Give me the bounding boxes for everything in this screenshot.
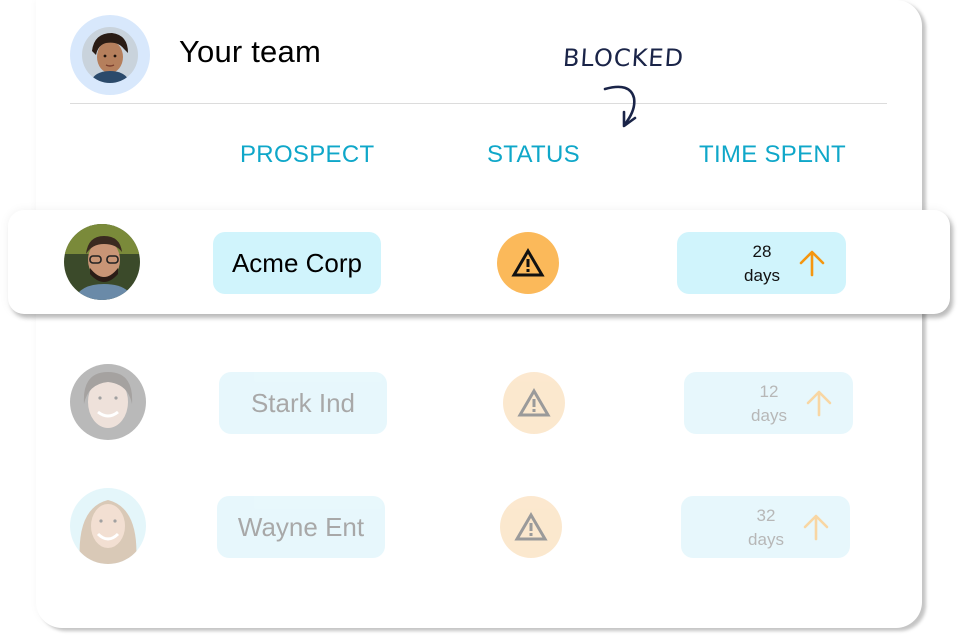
column-header-prospect[interactable]: PROSPECT — [240, 141, 374, 169]
blocked-annotation: BLOCKED — [562, 44, 685, 72]
column-header-status[interactable]: STATUS — [487, 141, 580, 169]
time-unit: days — [748, 530, 784, 549]
arrow-up-icon — [803, 514, 829, 541]
avatar — [64, 224, 140, 300]
warning-icon — [514, 512, 548, 541]
table-row[interactable]: Wayne Ent 32 days — [0, 474, 972, 578]
prospect-pill[interactable]: Acme Corp — [213, 232, 381, 294]
time-spent-value: 32 days — [731, 504, 801, 552]
time-spent-pill[interactable]: 12 days — [684, 372, 853, 434]
time-unit: days — [751, 406, 787, 425]
avatar — [70, 488, 146, 564]
time-number: 12 — [759, 382, 779, 401]
team-widget: Your team BLOCKED PROSPECT STATUS TIME S… — [0, 0, 972, 638]
warning-icon — [511, 248, 545, 277]
time-spent-pill[interactable]: 28 days — [677, 232, 846, 294]
arrow-up-icon — [799, 250, 825, 277]
prospect-pill[interactable]: Wayne Ent — [217, 496, 385, 558]
time-number: 32 — [756, 506, 776, 525]
prospect-name: Acme Corp — [231, 247, 363, 278]
team-lead-photo — [82, 27, 138, 83]
time-number: 28 — [752, 242, 772, 261]
team-lead-avatar — [70, 15, 150, 95]
status-badge[interactable] — [497, 232, 559, 294]
curved-arrow-icon — [603, 85, 637, 128]
prospect-name: Stark Ind — [250, 387, 356, 418]
time-spent-value: 12 days — [734, 380, 804, 428]
table-row[interactable]: Acme Corp 28 days — [8, 210, 950, 314]
column-header-time-spent[interactable]: TIME SPENT — [699, 141, 846, 169]
warning-icon — [517, 388, 551, 417]
avatar — [70, 364, 146, 440]
time-spent-value: 28 days — [727, 240, 797, 288]
time-unit: days — [744, 266, 780, 285]
status-badge[interactable] — [500, 496, 562, 558]
time-spent-pill[interactable]: 32 days — [681, 496, 850, 558]
header-divider — [70, 103, 887, 104]
status-badge[interactable] — [503, 372, 565, 434]
team-title: Your team — [179, 34, 321, 69]
prospect-pill[interactable]: Stark Ind — [219, 372, 387, 434]
table-row[interactable]: Stark Ind 12 days — [0, 350, 972, 454]
arrow-up-icon — [806, 390, 832, 417]
prospect-name: Wayne Ent — [237, 511, 365, 542]
